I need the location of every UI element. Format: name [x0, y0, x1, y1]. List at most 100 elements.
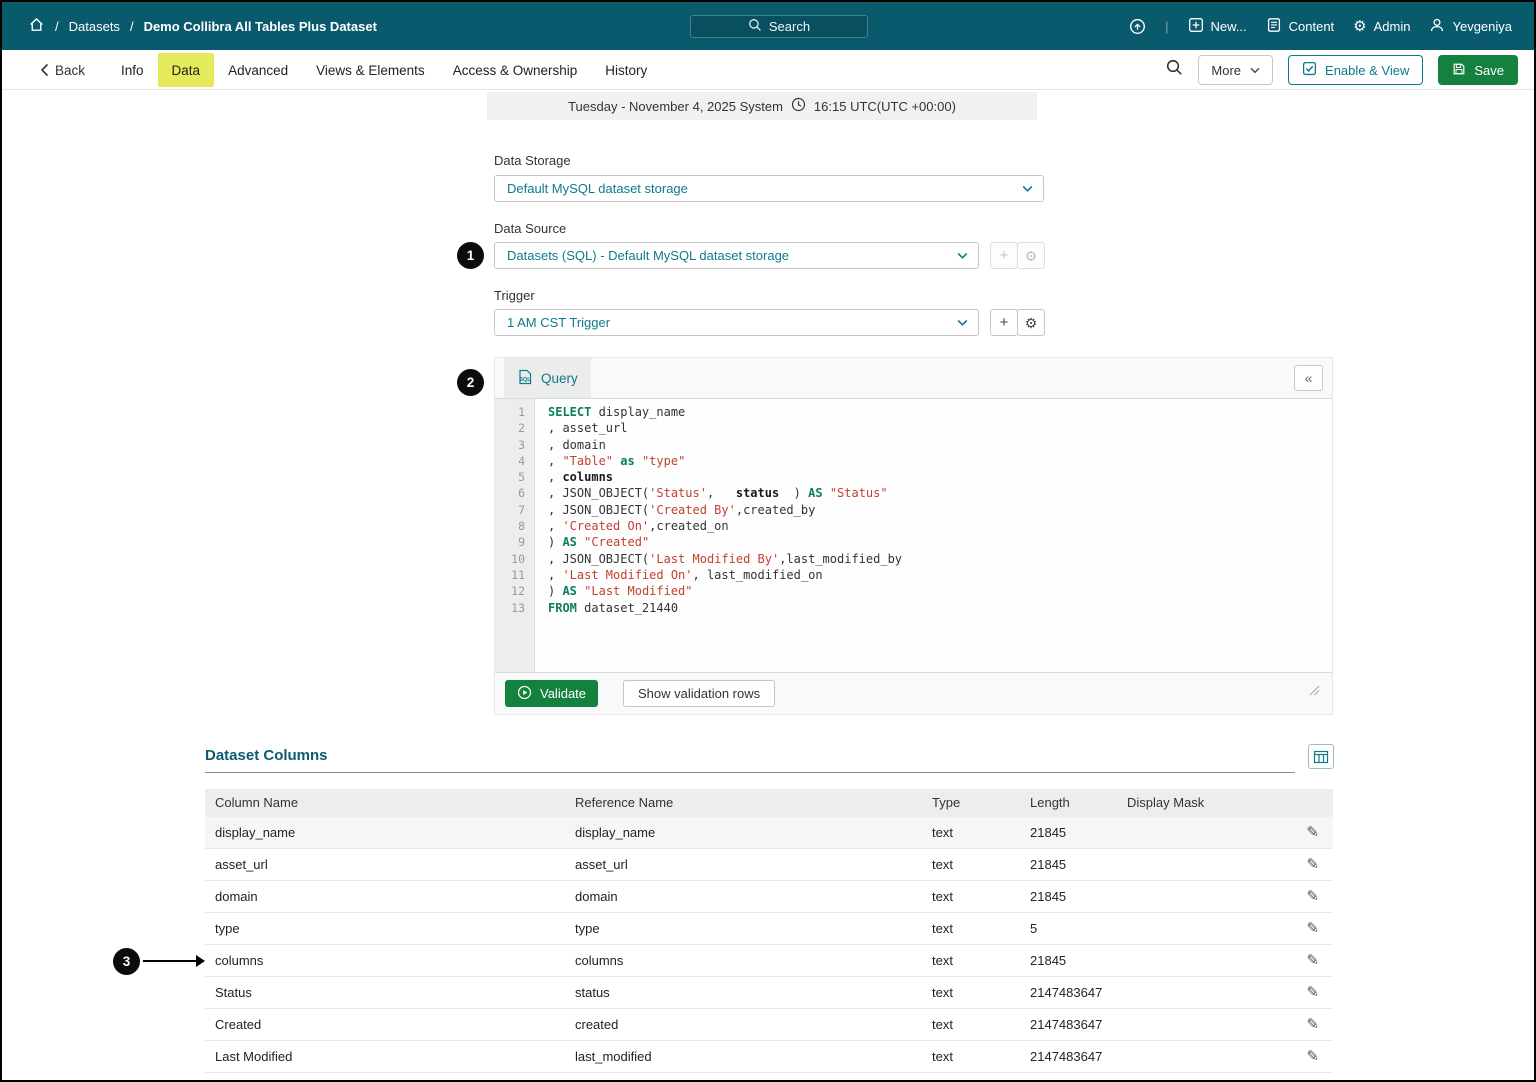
cell-type: text: [932, 1049, 953, 1064]
play-circle-icon: [517, 685, 532, 703]
cell-type: text: [932, 825, 953, 840]
back-label: Back: [55, 63, 85, 78]
content-button[interactable]: Content: [1266, 17, 1335, 36]
tab-info[interactable]: Info: [107, 50, 158, 90]
edit-row-icon[interactable]: ✎: [1306, 951, 1319, 969]
new-label: New...: [1211, 19, 1247, 34]
data-source-settings-button: ⚙: [1017, 242, 1045, 269]
cell-length: 21845: [1030, 953, 1066, 968]
header-reference-name: Reference Name: [575, 795, 673, 810]
tab-views-elements[interactable]: Views & Elements: [302, 50, 439, 90]
save-button[interactable]: Save: [1438, 55, 1518, 85]
edit-row-icon[interactable]: ✎: [1306, 1047, 1319, 1065]
checkbox-check-icon: [1302, 61, 1317, 79]
query-footer: Validate Show validation rows: [495, 673, 1332, 714]
trigger-label: Trigger: [494, 288, 535, 303]
table-row: columns columns text 21845 ✎: [205, 945, 1333, 977]
cell-length: 2147483647: [1030, 1049, 1102, 1064]
tab-history[interactable]: History: [591, 50, 661, 90]
cell-name: Last Modified: [215, 1049, 292, 1064]
validate-label: Validate: [540, 686, 586, 701]
breadcrumb: / Datasets / Demo Collibra All Tables Pl…: [28, 16, 377, 36]
edit-row-icon[interactable]: ✎: [1306, 887, 1319, 905]
table-row: Status status text 2147483647 ✎: [205, 977, 1333, 1009]
sql-file-icon: SQL: [517, 369, 533, 388]
data-storage-value: Default MySQL dataset storage: [507, 181, 688, 196]
cell-ref: last_modified: [575, 1049, 652, 1064]
edit-row-icon[interactable]: ✎: [1306, 823, 1319, 841]
toolbar-search-icon[interactable]: [1166, 59, 1183, 81]
cell-length: 2147483647: [1030, 1017, 1102, 1032]
gear-icon: ⚙: [1353, 19, 1366, 34]
admin-button[interactable]: ⚙ Admin: [1353, 19, 1410, 34]
edit-row-icon[interactable]: ✎: [1306, 919, 1319, 937]
cell-length: 21845: [1030, 889, 1066, 904]
columns-table-body: display_namedisplay_nametext21845✎asset_…: [205, 817, 1333, 1073]
cell-name: domain: [215, 889, 258, 904]
global-search-input[interactable]: Search: [690, 15, 868, 38]
gear-icon: ⚙: [1025, 316, 1038, 330]
tab-advanced[interactable]: Advanced: [214, 50, 302, 90]
edit-row-icon[interactable]: ✎: [1306, 983, 1319, 1001]
dataset-columns-title: Dataset Columns: [205, 747, 328, 764]
tab-data[interactable]: Data: [158, 53, 215, 87]
resize-handle-icon[interactable]: [1309, 683, 1320, 701]
tab-access-ownership[interactable]: Access & Ownership: [439, 50, 592, 90]
annotation-3-arrow-head: [196, 955, 205, 967]
cell-name: type: [215, 921, 240, 936]
user-menu[interactable]: Yevgeniya: [1429, 17, 1512, 36]
chevron-down-icon: [957, 252, 968, 260]
data-storage-select[interactable]: Default MySQL dataset storage: [494, 175, 1044, 202]
edit-row-icon[interactable]: ✎: [1306, 1015, 1319, 1033]
updates-icon[interactable]: [1129, 18, 1146, 35]
trigger-settings-button[interactable]: ⚙: [1017, 309, 1045, 336]
breadcrumb-dataset-title: Demo Collibra All Tables Plus Dataset: [144, 19, 377, 34]
new-icon: [1188, 17, 1204, 36]
content-label: Content: [1289, 19, 1335, 34]
cell-ref: columns: [575, 953, 623, 968]
edit-row-icon[interactable]: ✎: [1306, 855, 1319, 873]
user-icon: [1429, 17, 1445, 36]
trigger-select[interactable]: 1 AM CST Trigger: [494, 309, 979, 336]
query-tab[interactable]: SQL Query: [504, 358, 591, 398]
chevron-down-icon: [1250, 67, 1260, 74]
search-placeholder: Search: [769, 19, 810, 34]
section-divider: [205, 772, 1295, 773]
sql-code[interactable]: SELECT display_name, asset_url, domain, …: [535, 399, 1332, 672]
annotation-3-arrow-line: [143, 960, 197, 962]
more-label: More: [1211, 63, 1241, 78]
cell-type: text: [932, 985, 953, 1000]
collapse-panel-button[interactable]: «: [1294, 365, 1323, 391]
enable-view-button[interactable]: Enable & View: [1288, 55, 1423, 85]
cell-type: text: [932, 953, 953, 968]
more-button[interactable]: More: [1198, 55, 1273, 85]
columns-table-header: Column Name Reference Name Type Length D…: [205, 789, 1333, 817]
top-navbar: / Datasets / Demo Collibra All Tables Pl…: [2, 2, 1534, 50]
table-row: display_namedisplay_nametext21845✎: [205, 817, 1333, 849]
cell-type: text: [932, 889, 953, 904]
show-validation-rows-button[interactable]: Show validation rows: [623, 680, 775, 707]
add-trigger-button[interactable]: +: [990, 309, 1018, 336]
header-column-name: Column Name: [215, 795, 298, 810]
sql-editor[interactable]: 12345678910111213 SELECT display_name, a…: [495, 398, 1332, 673]
query-tab-label: Query: [541, 371, 578, 386]
validate-button[interactable]: Validate: [505, 680, 598, 707]
new-button[interactable]: New...: [1188, 17, 1247, 36]
cell-name: columns: [215, 953, 263, 968]
cell-name: Status: [215, 985, 252, 1000]
column-settings-button[interactable]: [1308, 744, 1334, 769]
cell-type: text: [932, 921, 953, 936]
query-panel: SQL Query « 12345678910111213 SELECT dis…: [494, 357, 1333, 715]
cell-length: 2147483647: [1030, 985, 1102, 1000]
home-icon[interactable]: [28, 16, 45, 36]
data-source-select[interactable]: Datasets (SQL) - Default MySQL dataset s…: [494, 242, 979, 269]
dataset-toolbar: Back InfoDataAdvancedViews & ElementsAcc…: [2, 50, 1534, 90]
cell-name: display_name: [215, 825, 295, 840]
back-button[interactable]: Back: [40, 63, 85, 78]
header-length: Length: [1030, 795, 1070, 810]
cell-ref: status: [575, 985, 610, 1000]
topbar-divider: |: [1165, 19, 1168, 34]
breadcrumb-datasets[interactable]: Datasets: [69, 19, 120, 34]
gear-icon: ⚙: [1025, 249, 1038, 263]
table-row: Createdcreatedtext2147483647✎: [205, 1009, 1333, 1041]
